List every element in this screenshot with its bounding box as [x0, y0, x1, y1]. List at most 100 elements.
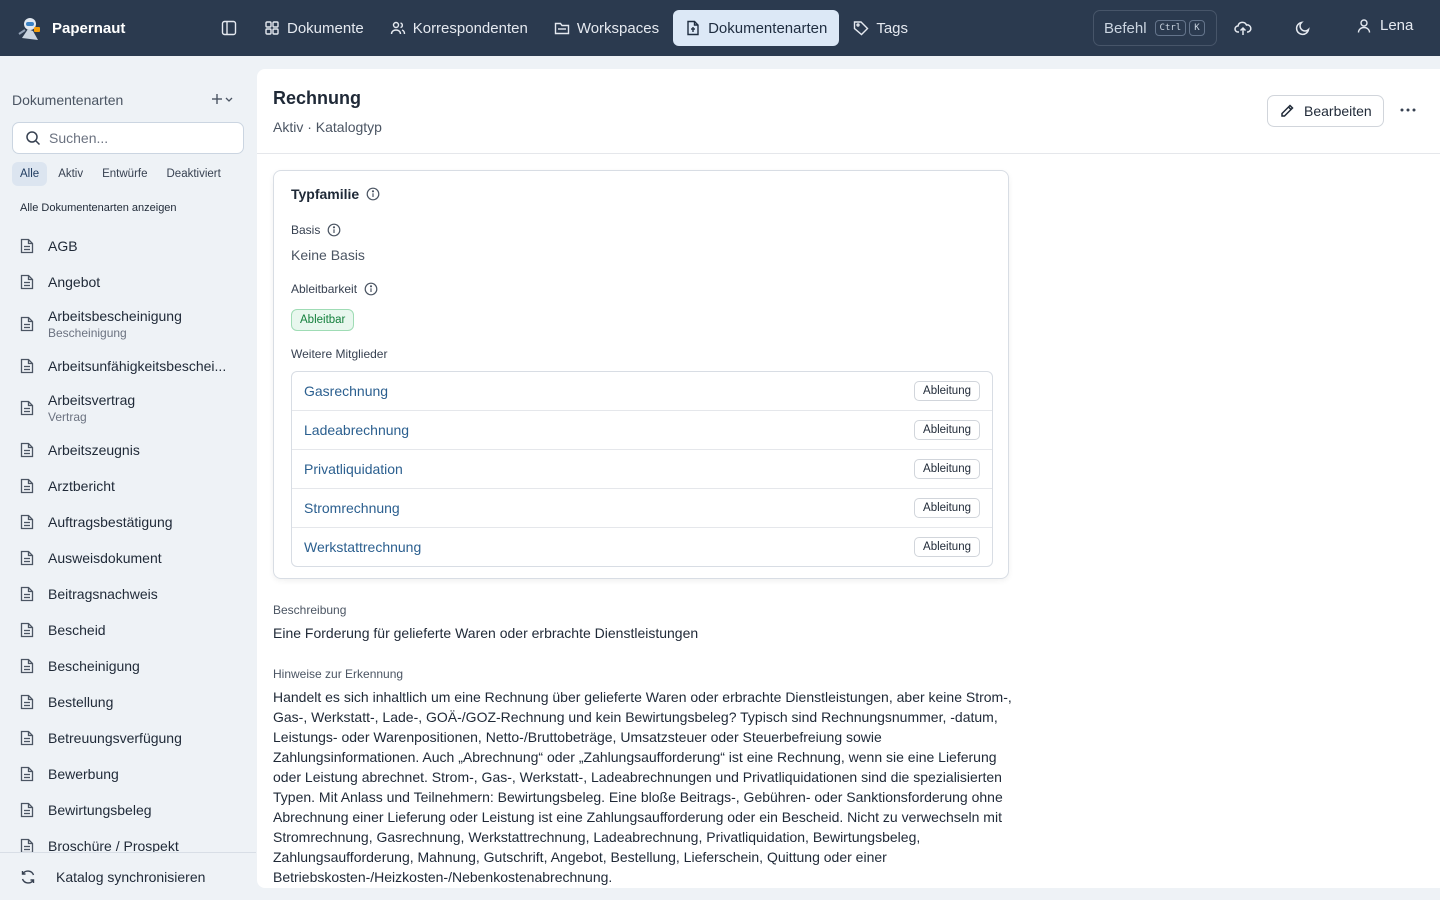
- document-icon-wrap: [20, 756, 36, 792]
- sidebar-item-text: Bewerbung: [48, 756, 119, 792]
- sidebar-item-text: Angebot: [48, 264, 100, 300]
- more-options-button[interactable]: [1397, 99, 1419, 121]
- member-link[interactable]: Ladeabrechnung: [304, 422, 409, 438]
- sidebar-item[interactable]: Broschüre / Prospekt: [0, 828, 256, 852]
- sidebar-item[interactable]: Beitragsnachweis: [0, 576, 256, 612]
- sidebar-item[interactable]: Arbeitsvertrag Vertrag: [0, 384, 256, 432]
- nav-item-dokumentenarten[interactable]: Dokumentenarten: [673, 10, 840, 46]
- sidebar-item[interactable]: Arbeitsbescheinigung Bescheinigung: [0, 300, 256, 348]
- sidebar-item[interactable]: Bestellung: [0, 684, 256, 720]
- document-icon: [20, 316, 34, 332]
- document-icon-wrap: [20, 228, 36, 264]
- sidebar-item[interactable]: Bescheid: [0, 612, 256, 648]
- member-row[interactable]: Privatliquidation Ableitung: [292, 450, 992, 489]
- filter-deaktiviert[interactable]: Deaktiviert: [159, 162, 229, 186]
- derivable-label: Ableitbarkeit: [291, 282, 358, 296]
- plus-icon: [212, 94, 222, 104]
- type-family-title: Typfamilie: [291, 186, 380, 202]
- sidebar-item[interactable]: Bewirtungsbeleg: [0, 792, 256, 828]
- filter-alle[interactable]: Alle: [12, 162, 48, 186]
- upload-button[interactable]: [1232, 17, 1254, 39]
- search-icon: [26, 131, 41, 146]
- nav-label: Korrespondenten: [412, 19, 528, 37]
- info-icon[interactable]: [366, 187, 380, 201]
- member-link[interactable]: Privatliquidation: [304, 461, 403, 477]
- add-document-type-button[interactable]: [210, 92, 234, 106]
- sidebar-heading: Dokumentenarten: [12, 92, 124, 108]
- info-icon[interactable]: [327, 223, 341, 237]
- sidebar-item[interactable]: AGB: [0, 228, 256, 264]
- sidebar-item-label: Bestellung: [48, 694, 114, 710]
- sidebar-toggle-button[interactable]: [218, 17, 240, 39]
- document-icon-wrap: [20, 684, 36, 720]
- nav-item-tags[interactable]: Tags: [841, 10, 920, 46]
- member-badge: Ableitung: [914, 381, 980, 401]
- sidebar-item-text: Bewirtungsbeleg: [48, 792, 152, 828]
- sidebar-item[interactable]: Bewerbung: [0, 756, 256, 792]
- document-icon-wrap: [20, 300, 36, 348]
- brand[interactable]: Papernaut: [16, 14, 125, 42]
- sidebar-item[interactable]: Arbeitszeugnis: [0, 432, 256, 468]
- basis-label-row: Basis: [291, 223, 341, 237]
- sidebar-item[interactable]: Arbeitsunfähigkeitsbeschei...: [0, 348, 256, 384]
- nav-item-workspaces[interactable]: Workspaces: [542, 10, 671, 46]
- sidebar-item[interactable]: Bescheinigung: [0, 648, 256, 684]
- sync-catalog-button[interactable]: Katalog synchronisieren: [0, 852, 256, 900]
- show-all-link[interactable]: Alle Dokumentenarten anzeigen: [20, 202, 177, 214]
- sync-label: Katalog synchronisieren: [56, 868, 206, 885]
- file-type-icon: [687, 20, 699, 36]
- sidebar-item-text: Auftragsbestätigung: [48, 504, 173, 540]
- sidebar-item-sublabel: Vertrag: [48, 410, 87, 424]
- document-icon-wrap: [20, 720, 36, 756]
- search-box[interactable]: [12, 122, 244, 154]
- document-icon-wrap: [20, 828, 36, 852]
- member-row[interactable]: Ladeabrechnung Ableitung: [292, 411, 992, 450]
- filter-entwuerfe[interactable]: Entwürfe: [94, 162, 155, 186]
- sidebar-item-text: Arbeitsunfähigkeitsbeschei...: [48, 348, 226, 384]
- sidebar-item-label: Arbeitsbescheinigung: [48, 308, 182, 324]
- page-subtitle: Aktiv · Katalogtyp: [273, 119, 382, 135]
- sidebar-item[interactable]: Arztbericht: [0, 468, 256, 504]
- sidebar-item-text: Broschüre / Prospekt: [48, 828, 179, 852]
- document-icon: [20, 622, 34, 638]
- edit-button[interactable]: Bearbeiten: [1267, 95, 1384, 127]
- document-icon-wrap: [20, 792, 36, 828]
- sidebar-item-label: Bewirtungsbeleg: [48, 802, 152, 818]
- tag-icon: [854, 21, 869, 36]
- command-palette-button[interactable]: Befehl Ctrl K: [1093, 10, 1217, 46]
- members-label: Weitere Mitglieder: [291, 347, 388, 361]
- member-link[interactable]: Gasrechnung: [304, 383, 388, 399]
- document-icon-wrap: [20, 348, 36, 384]
- member-link[interactable]: Werkstattrechnung: [304, 539, 421, 555]
- member-row[interactable]: Stromrechnung Ableitung: [292, 489, 992, 528]
- users-icon: [390, 21, 405, 35]
- nav-item-korrespondenten[interactable]: Korrespondenten: [378, 10, 540, 46]
- type-family-heading: Typfamilie: [291, 186, 360, 202]
- theme-toggle-button[interactable]: [1292, 17, 1314, 39]
- user-menu[interactable]: Lena: [1356, 17, 1413, 34]
- filter-aktiv[interactable]: Aktiv: [50, 162, 91, 186]
- sidebar-item[interactable]: Ausweisdokument: [0, 540, 256, 576]
- sidebar-item-label: Arztbericht: [48, 478, 115, 494]
- document-icon: [20, 550, 34, 566]
- nav-label: Dokumentenarten: [708, 19, 828, 37]
- type-family-card: Typfamilie Basis Keine Basis Ableitbarke…: [273, 170, 1009, 579]
- search-input[interactable]: [49, 130, 219, 146]
- sidebar-item-label: Arbeitsunfähigkeitsbeschei...: [48, 358, 227, 374]
- document-icon: [20, 478, 34, 494]
- sidebar-item[interactable]: Angebot: [0, 264, 256, 300]
- basis-label: Basis: [291, 223, 321, 237]
- member-link[interactable]: Stromrechnung: [304, 500, 400, 516]
- member-badge: Ableitung: [914, 420, 980, 440]
- member-row[interactable]: Gasrechnung Ableitung: [292, 372, 992, 411]
- document-type-list: AGB Angebot Arbeitsbescheinigung Bescheinig…: [0, 228, 256, 852]
- sidebar-item[interactable]: Betreuungsverfügung: [0, 720, 256, 756]
- document-icon-wrap: [20, 540, 36, 576]
- sidebar-item-text: Bescheinigung: [48, 648, 140, 684]
- document-icon-wrap: [20, 384, 36, 432]
- nav-item-dokumente[interactable]: Dokumente: [252, 10, 376, 46]
- sidebar-item-label: Arbeitszeugnis: [48, 442, 140, 458]
- sidebar-item[interactable]: Auftragsbestätigung: [0, 504, 256, 540]
- member-row[interactable]: Werkstattrechnung Ableitung: [292, 528, 992, 566]
- info-icon[interactable]: [364, 282, 378, 296]
